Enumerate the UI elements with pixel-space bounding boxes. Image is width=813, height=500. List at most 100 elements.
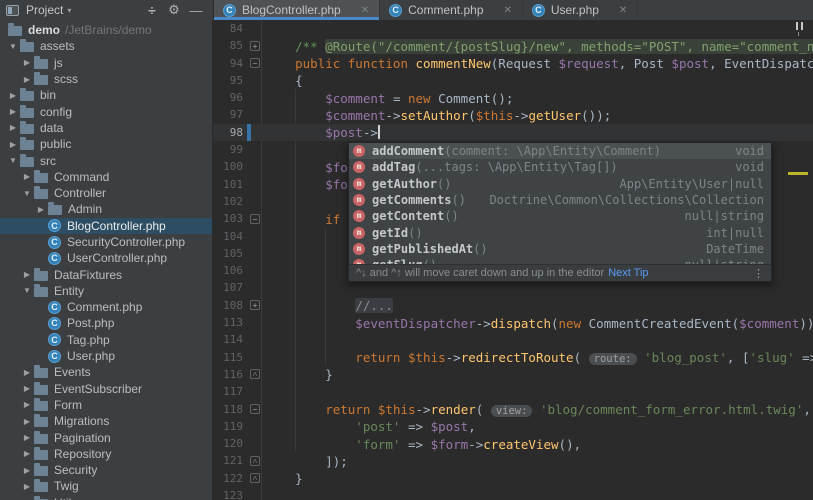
sidebar-item-UserController.php[interactable]: CUserController.php bbox=[0, 250, 212, 266]
close-icon[interactable]: ✕ bbox=[361, 5, 369, 16]
chevron-collapsed-icon[interactable]: ▶ bbox=[34, 205, 48, 214]
code-line-94[interactable]: 94− public function commentNew(Request $… bbox=[213, 55, 813, 72]
code-line-115[interactable]: 115 return $this->redirectToRoute( route… bbox=[213, 349, 813, 366]
close-icon[interactable]: ✕ bbox=[619, 5, 627, 16]
sidebar-item-Utils[interactable]: ▶Utils bbox=[0, 495, 212, 500]
code-line-95[interactable]: 95 { bbox=[213, 72, 813, 89]
fold-marker-icon[interactable]: − bbox=[250, 404, 260, 414]
sidebar-item-src[interactable]: ▼src bbox=[0, 152, 212, 168]
project-title[interactable]: Project bbox=[26, 3, 63, 17]
sidebar-item-SecurityController.php[interactable]: CSecurityController.php bbox=[0, 234, 212, 250]
code-line-98[interactable]: 98 $post-> bbox=[213, 124, 813, 141]
fold-marker-icon[interactable]: − bbox=[250, 58, 260, 68]
sidebar-item-Form[interactable]: ▶Form bbox=[0, 397, 212, 413]
sidebar-item-Pagination[interactable]: ▶Pagination bbox=[0, 429, 212, 445]
sidebar-item-config[interactable]: ▶config bbox=[0, 103, 212, 119]
code-line-96[interactable]: 96 $comment = new Comment(); bbox=[213, 89, 813, 106]
sidebar-item-Comment.php[interactable]: CComment.php bbox=[0, 299, 212, 315]
chevron-collapsed-icon[interactable]: ▶ bbox=[20, 270, 34, 279]
chevron-collapsed-icon[interactable]: ▶ bbox=[6, 107, 20, 116]
code-line-116[interactable]: 116˄ } bbox=[213, 366, 813, 383]
gear-icon[interactable]: ⚙ bbox=[163, 2, 185, 18]
chevron-expanded-icon[interactable]: ▼ bbox=[6, 156, 20, 165]
chevron-collapsed-icon[interactable]: ▶ bbox=[20, 172, 34, 181]
chevron-collapsed-icon[interactable]: ▶ bbox=[20, 466, 34, 475]
fold-marker-icon[interactable]: ˄ bbox=[250, 473, 260, 483]
hide-panel-icon[interactable]: — bbox=[185, 3, 207, 18]
sidebar-item-User.php[interactable]: CUser.php bbox=[0, 348, 212, 364]
code-line-85[interactable]: 85+ /** @Route("/comment/{postSlug}/new"… bbox=[213, 37, 813, 54]
sidebar-item-Migrations[interactable]: ▶Migrations bbox=[0, 413, 212, 429]
fold-marker-icon[interactable]: ˄ bbox=[250, 456, 260, 466]
completion-item-addTag[interactable]: maddTag(...tags: \App\Entity\Tag[])void bbox=[349, 159, 771, 175]
sidebar-item-Events[interactable]: ▶Events bbox=[0, 364, 212, 380]
code-line-113[interactable]: 113 $eventDispatcher->dispatch(new Comme… bbox=[213, 314, 813, 331]
code-line-122[interactable]: 122˄ } bbox=[213, 470, 813, 487]
sidebar-item-EventSubscriber[interactable]: ▶EventSubscriber bbox=[0, 381, 212, 397]
chevron-collapsed-icon[interactable]: ▶ bbox=[20, 400, 34, 409]
tab-BlogController.php[interactable]: CBlogController.php✕ bbox=[214, 0, 380, 20]
code-editor[interactable]: 8485+ /** @Route("/comment/{postSlug}/ne… bbox=[213, 20, 813, 500]
code-line-84[interactable]: 84 bbox=[213, 20, 813, 37]
completion-item-getAuthor[interactable]: mgetAuthor()App\Entity\User|null bbox=[349, 176, 771, 192]
sidebar-item-Twig[interactable]: ▶Twig bbox=[0, 478, 212, 494]
sidebar-item-Command[interactable]: ▶Command bbox=[0, 169, 212, 185]
chevron-expanded-icon[interactable]: ▼ bbox=[6, 42, 20, 51]
code-line-117[interactable]: 117 bbox=[213, 383, 813, 400]
code-line-118[interactable]: 118− return $this->render( view: 'blog/c… bbox=[213, 401, 813, 418]
sidebar-item-Post.php[interactable]: CPost.php bbox=[0, 315, 212, 331]
sidebar-item-Repository[interactable]: ▶Repository bbox=[0, 446, 212, 462]
chevron-collapsed-icon[interactable]: ▶ bbox=[20, 75, 34, 84]
sidebar-item-DataFixtures[interactable]: ▶DataFixtures bbox=[0, 266, 212, 282]
code-line-114[interactable]: 114 bbox=[213, 331, 813, 348]
sidebar-item-data[interactable]: ▶data bbox=[0, 120, 212, 136]
sidebar-item-demo[interactable]: demo /JetBrains/demo bbox=[0, 22, 212, 38]
sidebar-item-Tag.php[interactable]: CTag.php bbox=[0, 332, 212, 348]
chevron-collapsed-icon[interactable]: ▶ bbox=[20, 449, 34, 458]
completion-item-getContent[interactable]: mgetContent()null|string bbox=[349, 208, 771, 224]
chevron-collapsed-icon[interactable]: ▶ bbox=[20, 58, 34, 67]
chevron-collapsed-icon[interactable]: ▶ bbox=[20, 433, 34, 442]
sidebar-item-js[interactable]: ▶js bbox=[0, 55, 212, 71]
code-line-119[interactable]: 119 'post' => $post, bbox=[213, 418, 813, 435]
sidebar-item-Security[interactable]: ▶Security bbox=[0, 462, 212, 478]
chevron-collapsed-icon[interactable]: ▶ bbox=[20, 368, 34, 377]
sidebar-item-assets[interactable]: ▼assets bbox=[0, 38, 212, 54]
completion-item-getId[interactable]: mgetId()int|null bbox=[349, 224, 771, 240]
chevron-collapsed-icon[interactable]: ▶ bbox=[6, 140, 20, 149]
next-tip-link[interactable]: Next Tip bbox=[608, 267, 648, 279]
fold-marker-icon[interactable]: + bbox=[250, 300, 260, 310]
sidebar-item-Entity[interactable]: ▼Entity bbox=[0, 283, 212, 299]
code-line-120[interactable]: 120 'form' => $form->createView(), bbox=[213, 435, 813, 452]
chevron-collapsed-icon[interactable]: ▶ bbox=[20, 482, 34, 491]
sidebar-item-public[interactable]: ▶public bbox=[0, 136, 212, 152]
code-line-108[interactable]: 108+ //... bbox=[213, 297, 813, 314]
more-options-icon[interactable]: ⋮ bbox=[753, 267, 764, 280]
fold-marker-icon[interactable]: ˄ bbox=[250, 369, 260, 379]
fold-marker-icon[interactable]: + bbox=[250, 41, 260, 51]
sidebar-item-Admin[interactable]: ▶Admin bbox=[0, 201, 212, 217]
completion-item-getPublishedAt[interactable]: mgetPublishedAt()DateTime bbox=[349, 241, 771, 257]
fold-marker-icon[interactable]: − bbox=[250, 214, 260, 224]
sidebar-item-bin[interactable]: ▶bin bbox=[0, 87, 212, 103]
chevron-expanded-icon[interactable]: ▼ bbox=[20, 189, 34, 198]
chevron-down-icon[interactable]: ▾ bbox=[67, 6, 71, 15]
sidebar-item-scss[interactable]: ▶scss bbox=[0, 71, 212, 87]
chevron-collapsed-icon[interactable]: ▶ bbox=[6, 91, 20, 100]
chevron-collapsed-icon[interactable]: ▶ bbox=[6, 123, 20, 132]
chevron-expanded-icon[interactable]: ▼ bbox=[20, 286, 34, 295]
close-icon[interactable]: ✕ bbox=[504, 5, 512, 16]
code-line-97[interactable]: 97 $comment->setAuthor($this->getUser())… bbox=[213, 106, 813, 123]
chevron-collapsed-icon[interactable]: ▶ bbox=[20, 384, 34, 393]
completion-item-addComment[interactable]: maddComment(comment: \App\Entity\Comment… bbox=[349, 143, 771, 159]
tab-User.php[interactable]: CUser.php✕ bbox=[523, 0, 638, 20]
sidebar-item-BlogController.php[interactable]: CBlogController.php bbox=[0, 218, 212, 234]
completion-item-getComments[interactable]: mgetComments()Doctrine\Common\Collection… bbox=[349, 192, 771, 208]
collapse-all-icon[interactable]: ÷ bbox=[141, 2, 163, 18]
code-line-121[interactable]: 121˄ ]); bbox=[213, 452, 813, 469]
sidebar-item-Controller[interactable]: ▼Controller bbox=[0, 185, 212, 201]
code-line-107[interactable]: 107 bbox=[213, 279, 813, 296]
tab-Comment.php[interactable]: CComment.php✕ bbox=[380, 0, 523, 20]
code-line-123[interactable]: 123 bbox=[213, 487, 813, 500]
chevron-collapsed-icon[interactable]: ▶ bbox=[20, 417, 34, 426]
